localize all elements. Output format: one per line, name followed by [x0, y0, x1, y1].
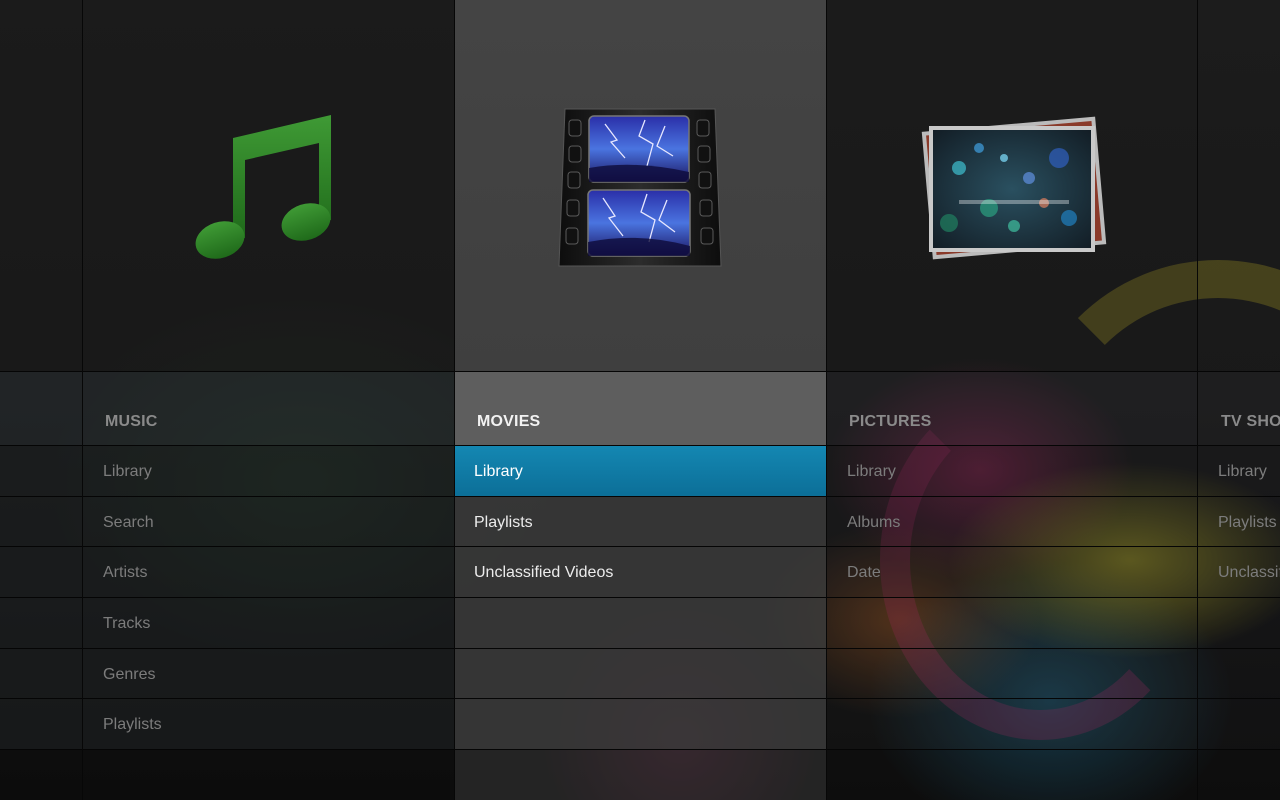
- pictures-tile[interactable]: [827, 0, 1198, 372]
- submenu-item-label: Artists: [103, 564, 148, 582]
- submenu-item: [0, 699, 82, 751]
- submenu-item[interactable]: Date: [827, 547, 1198, 599]
- submenu-item-empty: [455, 699, 826, 751]
- submenu-item[interactable]: Search: [83, 496, 454, 548]
- pictures-header: PICTURES: [827, 372, 1198, 446]
- submenu-item-label: Library: [474, 463, 523, 480]
- column-title: MOVIES: [477, 413, 541, 430]
- submenu-item[interactable]: Playlists: [455, 496, 826, 548]
- submenu-item-empty: [455, 648, 826, 700]
- submenu-item[interactable]: Genres: [83, 648, 454, 700]
- submenu-item[interactable]: Unclassified Videos: [455, 547, 826, 599]
- submenu-item-label: Library: [103, 463, 152, 480]
- menu-column-previous[interactable]: [0, 0, 82, 800]
- submenu-item[interactable]: Tracks: [83, 598, 454, 649]
- menu-column-movies[interactable]: MOVIES Library Playlists Unclassified Vi…: [454, 0, 826, 800]
- column-footer: [83, 750, 454, 800]
- previous-tile: [0, 0, 82, 372]
- music-tile[interactable]: [83, 0, 454, 372]
- submenu-item-empty: [827, 648, 1198, 700]
- column-title: MUSIC: [105, 413, 158, 430]
- column-footer: [455, 750, 826, 800]
- submenu-item[interactable]: Artists: [83, 547, 454, 599]
- music-submenu: Library Search Artists Tracks Genres Pla…: [83, 446, 454, 751]
- pictures-submenu: Library Albums Date: [827, 446, 1198, 751]
- submenu-item: [0, 598, 82, 649]
- submenu-item-label: Library: [1218, 463, 1267, 480]
- movies-header: MOVIES: [455, 372, 826, 446]
- submenu-item-label: Playlists: [103, 716, 162, 734]
- submenu-item-empty: [827, 598, 1198, 649]
- submenu-item-label: Library: [847, 463, 896, 480]
- menu-column-tv-shows[interactable]: TV SHOWS Library Playlists Unclassified: [1197, 0, 1280, 800]
- media-center-home: MUSIC Library Search Artists Tracks Genr…: [0, 0, 1280, 800]
- submenu-item-label: Playlists: [1218, 513, 1277, 531]
- submenu-item: [0, 496, 82, 548]
- submenu-item[interactable]: Playlists: [1198, 496, 1280, 548]
- photos-icon: [919, 108, 1109, 273]
- submenu-item[interactable]: Playlists: [83, 699, 454, 751]
- movies-tile[interactable]: [455, 0, 826, 372]
- submenu-item-empty: [455, 598, 826, 649]
- menu-column-pictures[interactable]: PICTURES Library Albums Date: [826, 0, 1198, 800]
- submenu-item-label: Unclassified: [1218, 564, 1280, 582]
- column-footer: [0, 750, 82, 800]
- column-footer: [1198, 750, 1280, 800]
- music-note-icon: [193, 110, 333, 270]
- submenu-item[interactable]: Library: [827, 446, 1198, 497]
- movies-submenu: Library Playlists Unclassified Videos: [455, 446, 826, 751]
- submenu-item[interactable]: Unclassified: [1198, 547, 1280, 599]
- submenu-item-selected[interactable]: Library: [455, 446, 826, 497]
- submenu-item-label: Tracks: [103, 615, 151, 633]
- submenu-item-label: Albums: [847, 513, 901, 531]
- submenu-item-empty: [1198, 598, 1280, 649]
- music-header: MUSIC: [83, 372, 454, 446]
- submenu-item-label: Unclassified Videos: [474, 564, 614, 582]
- film-strip-icon: [555, 106, 725, 276]
- submenu-item[interactable]: Library: [1198, 446, 1280, 497]
- submenu-item-label: Playlists: [474, 513, 533, 531]
- submenu-item-label: Date: [847, 564, 881, 582]
- submenu-item-empty: [827, 699, 1198, 751]
- tv-shows-header: TV SHOWS: [1198, 372, 1280, 446]
- submenu-item-label: Genres: [103, 665, 156, 683]
- tv-shows-submenu: Library Playlists Unclassified: [1198, 446, 1280, 751]
- menu-column-music[interactable]: MUSIC Library Search Artists Tracks Genr…: [82, 0, 454, 800]
- submenu-item: [0, 446, 82, 497]
- submenu-item-empty: [1198, 699, 1280, 751]
- submenu-item-label: Search: [103, 513, 154, 531]
- column-title: PICTURES: [849, 413, 932, 430]
- submenu-item[interactable]: Albums: [827, 496, 1198, 548]
- previous-submenu: [0, 446, 82, 751]
- submenu-item: [0, 547, 82, 599]
- submenu-item: [0, 648, 82, 700]
- column-title: TV SHOWS: [1221, 413, 1280, 430]
- submenu-item-empty: [1198, 648, 1280, 700]
- previous-header: [0, 372, 82, 446]
- submenu-item[interactable]: Library: [83, 446, 454, 497]
- tv-shows-tile[interactable]: [1198, 0, 1280, 372]
- column-footer: [827, 750, 1198, 800]
